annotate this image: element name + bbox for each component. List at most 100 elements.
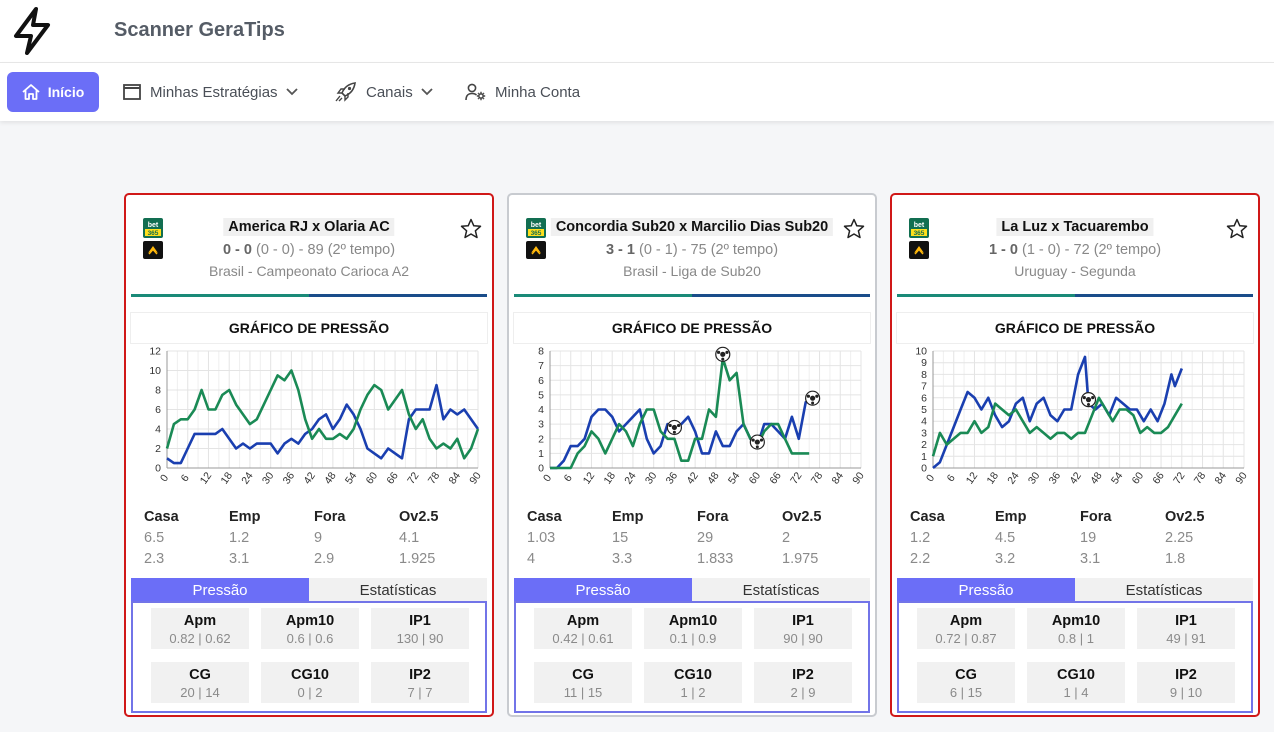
goal-ball-patch: [815, 394, 819, 398]
x-tick-label: 6: [945, 472, 958, 484]
odds-header: Ov2.5: [1165, 508, 1205, 525]
stat-value: 130 | 90: [396, 631, 444, 646]
stat-box: Apm10 0.8 | 1: [1027, 608, 1125, 649]
chart-title: GRÁFICO DE PRESSÃO: [131, 313, 487, 343]
y-tick-label: 2: [155, 443, 161, 455]
svg-text:365: 365: [914, 230, 925, 237]
stat-label: IP1: [1175, 613, 1197, 629]
tab-pressure[interactable]: Pressão: [897, 578, 1075, 602]
odds-value: 2.2: [910, 550, 931, 567]
nav-channels-menu[interactable]: Canais: [335, 72, 433, 112]
bet365-logo-icon: bet365: [909, 218, 929, 238]
x-tick-label: 84: [830, 470, 847, 487]
x-tick-label: 72: [1171, 470, 1188, 487]
lightning-logo-icon[interactable]: [10, 6, 54, 56]
match-title[interactable]: Concordia Sub20 x Marcilio Dias Sub20: [550, 218, 834, 236]
stat-value: 0.82 | 0.62: [169, 631, 231, 646]
stat-box: Apm10 0.1 | 0.9: [644, 608, 742, 649]
stat-label: CG: [572, 667, 594, 683]
goal-ball-patch: [668, 423, 672, 428]
odds-header: Casa: [527, 508, 562, 525]
x-tick-label: 66: [767, 470, 784, 487]
stat-box: Apm 0.42 | 0.61: [534, 608, 632, 649]
stats-panel: Apm 0.72 | 0.87 Apm10 0.8 | 1 IP1 49 | 91 CG 6 …: [897, 601, 1253, 713]
stat-box: IP2 9 | 10: [1137, 662, 1235, 703]
y-tick-label: 0: [921, 463, 927, 475]
tab-statistics[interactable]: Estatísticas: [1075, 578, 1253, 602]
nav-strategies-menu[interactable]: Minhas Estratégias: [123, 72, 298, 112]
stat-label: Apm10: [1051, 613, 1101, 629]
svg-text:bet: bet: [531, 222, 542, 229]
match-card[interactable]: bet 3 6 5 Concordia Sub20 x Marcilio Dias Su…: [507, 193, 877, 717]
x-tick-label: 48: [322, 470, 339, 487]
x-tick-label: 78: [809, 470, 826, 487]
stats-panel: Apm 0.82 | 0.62 Apm10 0.6 | 0.6 IP1 130 | 90 C…: [131, 601, 487, 713]
favorite-star-icon[interactable]: [460, 218, 482, 240]
match-card[interactable]: bet 365 America RJ x Olaria AC 0 - 0 (0 - 0…: [124, 193, 494, 717]
odds-value: 2.3: [144, 550, 165, 567]
y-tick-label: 12: [149, 346, 161, 358]
match-detail: (1 - 0) - 72 (2º tempo): [1021, 242, 1162, 258]
main-navbar: Início Minhas Estratégias Canais Minha C…: [0, 63, 1274, 121]
y-tick-label: 7: [538, 360, 544, 372]
stat-box: CG 6 | 15: [917, 662, 1015, 703]
odds-value: 3.2: [995, 550, 1016, 567]
y-tick-label: 1: [538, 448, 544, 460]
x-tick-label: 60: [747, 470, 764, 487]
odds-row: 2.3 3.1 2.9 1.925: [144, 548, 484, 569]
y-tick-label: 8: [538, 346, 544, 358]
odds-header: Emp: [995, 508, 1027, 525]
stat-box: CG10 0 | 2: [261, 662, 359, 703]
stat-label: IP2: [409, 667, 431, 683]
nav-account-link[interactable]: Minha Conta: [465, 72, 580, 112]
stat-box: CG10 1 | 4: [1027, 662, 1125, 703]
odds-header: Fora: [314, 508, 346, 525]
match-title[interactable]: La Luz x Tacuarembo: [996, 218, 1154, 236]
stat-label: CG: [189, 667, 211, 683]
odds-value: 19: [1080, 529, 1097, 546]
tab-statistics[interactable]: Estatísticas: [692, 578, 870, 602]
goal-ball-patch: [672, 430, 676, 434]
tab-statistics[interactable]: Estatísticas: [309, 578, 487, 602]
match-title[interactable]: America RJ x Olaria AC: [223, 218, 395, 236]
stat-value: 1 | 2: [680, 685, 706, 700]
stat-value: 0.8 | 1: [1058, 631, 1094, 646]
favorite-star-icon[interactable]: [843, 218, 865, 240]
x-tick-label: 30: [1026, 470, 1043, 487]
tab-pressure[interactable]: Pressão: [514, 578, 692, 602]
y-tick-label: 7: [921, 381, 927, 393]
stat-label: IP1: [409, 613, 431, 629]
odds-value: 3.3: [612, 550, 633, 567]
y-tick-label: 6: [538, 375, 544, 387]
x-tick-label: 90: [1233, 470, 1250, 487]
nav-home-button[interactable]: Início: [7, 72, 99, 112]
odds-row: 2.2 3.2 3.1 1.8: [910, 548, 1250, 569]
x-tick-label: 84: [1213, 470, 1230, 487]
nav-strategies-label: Minhas Estratégias: [150, 83, 278, 101]
tab-pressure[interactable]: Pressão: [131, 578, 309, 602]
stat-box: IP2 2 | 9: [754, 662, 852, 703]
league-name: Brasil - Campeonato Carioca A2: [209, 263, 409, 279]
odds-row: 1.03 15 29 2: [527, 527, 867, 548]
y-tick-label: 4: [155, 424, 161, 436]
goal-ball-patch: [751, 438, 755, 442]
y-tick-label: 10: [915, 346, 927, 358]
x-tick-label: 24: [239, 470, 256, 487]
y-tick-label: 1: [921, 451, 927, 463]
odds-value: 1.975: [782, 550, 819, 567]
favorite-star-icon[interactable]: [1226, 218, 1248, 240]
chart-title: GRÁFICO DE PRESSÃO: [897, 313, 1253, 343]
x-tick-label: 66: [1150, 470, 1167, 487]
stat-value: 0.6 | 0.6: [286, 631, 334, 646]
stat-label: Apm: [183, 613, 217, 629]
stat-value: 11 | 15: [563, 685, 603, 700]
match-card[interactable]: bet 365 La Luz x Tacuarembo 1 - 0 (1 - 0) -…: [890, 193, 1260, 717]
y-tick-label: 10: [149, 365, 161, 377]
odds-value: 2.25: [1165, 529, 1194, 546]
y-tick-label: 5: [538, 389, 544, 401]
chevron-down-icon: [421, 88, 433, 96]
odds-value: 1.03: [527, 529, 556, 546]
odds-value: 1.925: [399, 550, 436, 567]
y-tick-label: 0: [155, 463, 161, 475]
y-tick-label: 3: [538, 419, 544, 431]
